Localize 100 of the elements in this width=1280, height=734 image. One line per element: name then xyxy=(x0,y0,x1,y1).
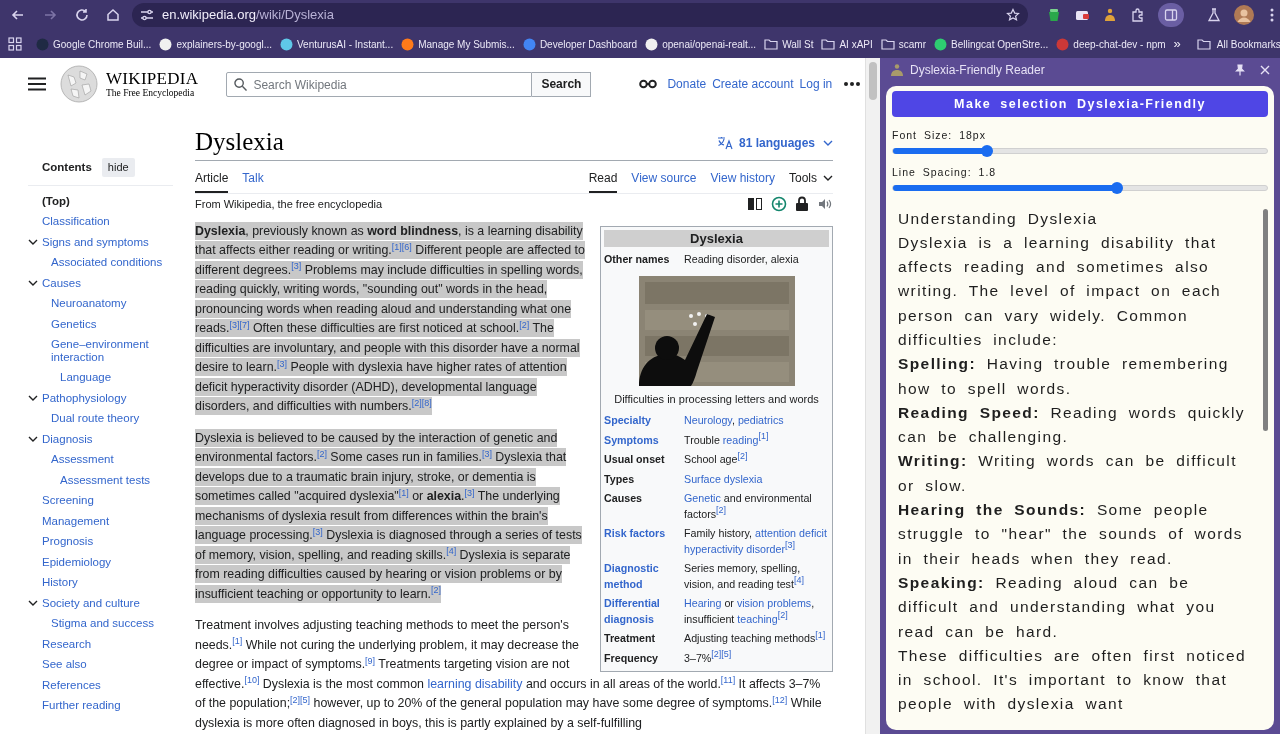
toc-link[interactable]: Neuroanatomy xyxy=(51,297,127,310)
tab[interactable]: Tools xyxy=(789,164,833,193)
languages-button[interactable]: 81 languages xyxy=(716,134,833,152)
reload-icon[interactable] xyxy=(74,7,90,23)
avatar[interactable] xyxy=(1234,5,1254,25)
star-icon[interactable] xyxy=(1006,8,1020,22)
toc-link[interactable]: History xyxy=(42,576,78,589)
wordmark[interactable]: WIKIPEDIA xyxy=(106,69,199,87)
toc-link[interactable]: Society and culture xyxy=(42,596,140,609)
toc-link[interactable]: Pathophysiology xyxy=(42,391,127,404)
toc-link[interactable]: Genetics xyxy=(51,317,97,330)
plus-circle-icon[interactable] xyxy=(771,196,787,213)
bookmark[interactable]: AI xAPI xyxy=(821,36,873,52)
book-icon[interactable] xyxy=(747,197,763,212)
bookmark[interactable]: All Bookmarks xyxy=(1196,36,1280,52)
close-icon[interactable] xyxy=(1260,65,1270,75)
toc-link[interactable]: Prognosis xyxy=(42,535,94,548)
bookmark[interactable]: deep-chat-dev - npm xyxy=(1056,36,1166,52)
tab[interactable]: Read xyxy=(588,164,618,193)
toc-link[interactable]: Assessment xyxy=(51,453,114,466)
row-label: Usual onset xyxy=(604,452,666,467)
toc-link[interactable]: Causes xyxy=(42,276,81,289)
apps-icon[interactable] xyxy=(8,37,22,51)
toc-link[interactable]: Dual route theory xyxy=(51,412,140,425)
row-value: Family history, attention deficit hyperactivity disorder$^{[3]}$ xyxy=(684,526,828,557)
toc-link[interactable]: See also xyxy=(42,658,87,671)
tab[interactable]: View history xyxy=(710,164,775,193)
toc-link[interactable]: Gene–environment interaction xyxy=(51,338,173,363)
row-label-link[interactable]: Symptoms xyxy=(604,432,680,448)
link[interactable]: pediatrics xyxy=(737,414,784,426)
convert-button[interactable]: Make selection Dyslexia-Friendly xyxy=(892,91,1268,117)
more-bookmarks-button[interactable]: » xyxy=(1173,34,1181,54)
row-label-link[interactable]: Risk factors xyxy=(604,526,680,557)
toc-link[interactable]: Assessment tests xyxy=(60,473,151,486)
link[interactable]: Create account xyxy=(712,75,794,93)
tab[interactable]: View source xyxy=(631,164,697,193)
toc-link[interactable]: Research xyxy=(42,637,92,650)
bookmark[interactable]: Google Chrome Buil... xyxy=(36,36,152,52)
search-button[interactable]: Search xyxy=(532,71,592,97)
link[interactable]: Hearing xyxy=(684,597,722,609)
toc-link[interactable]: Management xyxy=(42,514,110,527)
link[interactable]: Neurology xyxy=(684,414,732,426)
menu-icon[interactable] xyxy=(28,77,46,91)
puzzle-icon[interactable] xyxy=(1130,7,1146,23)
figure-icon[interactable] xyxy=(1102,7,1118,23)
side-panel-button[interactable] xyxy=(1158,3,1184,27)
bookmark[interactable]: Bellingcat OpenStre... xyxy=(934,36,1049,52)
toc-link[interactable]: Stigma and success xyxy=(51,617,154,630)
toc-link[interactable]: Epidemiology xyxy=(42,555,112,568)
hide-button[interactable]: hide xyxy=(101,158,135,177)
toc-title: Contents xyxy=(42,159,92,175)
menu-icon[interactable] xyxy=(1270,7,1274,23)
scrollbar[interactable] xyxy=(1263,208,1268,431)
bookmark[interactable]: Wall St xyxy=(764,36,814,52)
bookmark[interactable]: scamr xyxy=(880,36,927,52)
toc-link[interactable]: Screening xyxy=(42,494,94,507)
slider-label: Font Size: 18px xyxy=(892,128,987,143)
tab[interactable]: Talk xyxy=(242,164,264,193)
row-label-link[interactable]: Diagnostic method xyxy=(604,561,680,592)
link[interactable]: learning disability xyxy=(427,676,523,691)
slider[interactable] xyxy=(892,147,1268,154)
link[interactable]: Genetic xyxy=(684,492,721,504)
toc-link[interactable]: (Top) xyxy=(42,194,70,207)
search-field[interactable]: Search Wikipedia xyxy=(226,72,533,97)
bookmark[interactable]: explainers-by-googl... xyxy=(159,36,272,52)
glasses-icon[interactable] xyxy=(639,79,658,89)
tune-icon[interactable] xyxy=(140,8,154,22)
bookmark[interactable]: Manage My Submis... xyxy=(401,36,515,52)
link[interactable]: Surface dyslexia xyxy=(684,472,763,485)
home-icon[interactable] xyxy=(105,7,121,23)
toc-link[interactable]: Signs and symptoms xyxy=(42,235,149,248)
bucket-icon[interactable] xyxy=(1046,7,1062,23)
toc-link[interactable]: References xyxy=(42,678,101,691)
row-value: 3–7%$^{[2][5]}$ xyxy=(684,650,733,666)
toc-link[interactable]: Diagnosis xyxy=(42,432,93,445)
bookmark[interactable]: VenturusAI - Instant... xyxy=(280,36,394,52)
link[interactable]: Log in xyxy=(799,75,833,93)
link[interactable]: teaching$^{[2]}$ xyxy=(737,612,788,625)
more-icon[interactable] xyxy=(844,82,861,86)
bookmark[interactable]: openai/openai-realt... xyxy=(645,36,757,52)
link[interactable]: Donate xyxy=(667,75,707,93)
toc-link[interactable]: Associated conditions xyxy=(51,256,163,269)
flask-icon[interactable] xyxy=(1206,7,1222,23)
image-caption: Difficulties in processing letters and words xyxy=(613,391,820,407)
bookmark[interactable]: Developer Dashboard xyxy=(522,36,638,52)
row-label-link[interactable]: Specialty xyxy=(604,413,680,429)
lock-icon[interactable] xyxy=(795,196,809,213)
tab[interactable]: Article xyxy=(195,164,229,193)
link[interactable]: reading$^{[1]}$ xyxy=(722,433,769,446)
toc-link[interactable]: Language xyxy=(60,371,112,384)
folder-icon xyxy=(880,38,895,50)
link[interactable]: hyperactivity disorder$^{[3]}$ xyxy=(684,542,795,555)
link[interactable]: attention deficit xyxy=(755,527,827,539)
toc-link[interactable]: Further reading xyxy=(42,699,121,712)
scrollbar[interactable] xyxy=(865,58,880,734)
toc-link[interactable]: Classification xyxy=(42,215,110,228)
folder-icon xyxy=(1196,38,1211,50)
pin-icon[interactable] xyxy=(1234,64,1246,76)
row-label-link[interactable]: Differential diagnosis xyxy=(604,596,680,627)
slider[interactable] xyxy=(892,184,1268,191)
